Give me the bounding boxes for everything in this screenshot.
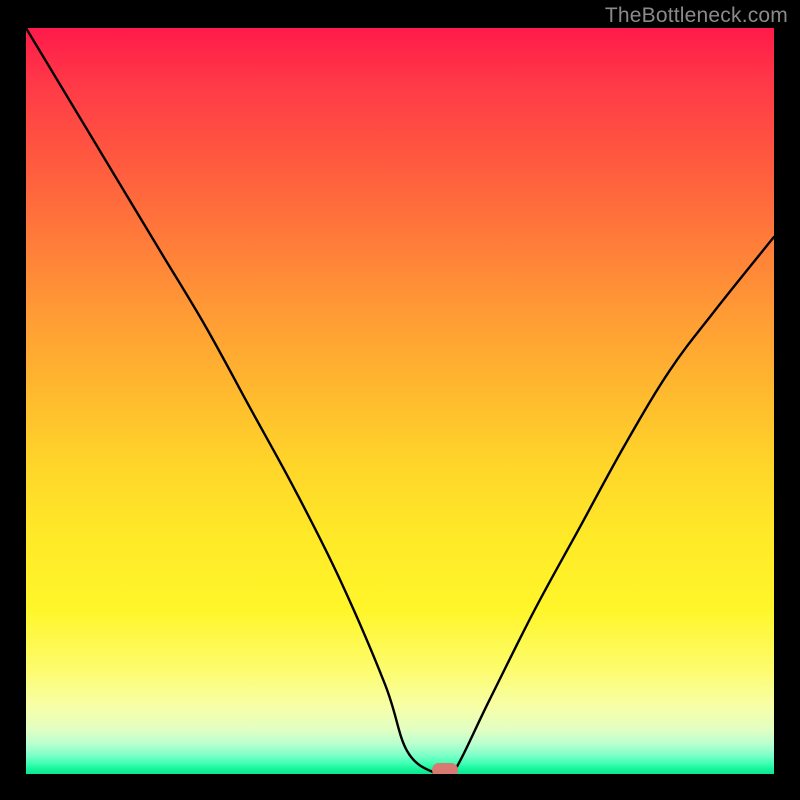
optimal-point-marker: [432, 763, 458, 774]
bottleneck-curve: [26, 28, 774, 774]
plot-area: [26, 28, 774, 774]
watermark-text: TheBottleneck.com: [605, 4, 788, 28]
